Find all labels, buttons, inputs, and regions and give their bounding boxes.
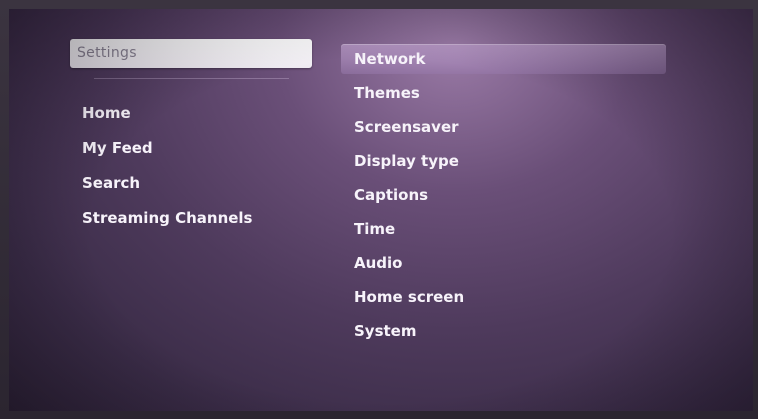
settings-header-label: Settings xyxy=(77,45,137,61)
settings-item-display-type[interactable]: Display type xyxy=(341,146,464,180)
settings-item-audio[interactable]: Audio xyxy=(341,248,464,282)
settings-header[interactable]: Settings xyxy=(70,39,312,68)
main-menu: Home My Feed Search Streaming Channels xyxy=(82,96,253,236)
settings-item-network[interactable]: Network xyxy=(341,44,667,78)
settings-item-label: Time xyxy=(354,220,396,238)
settings-item-label: System xyxy=(354,322,417,340)
menu-item-streaming-channels[interactable]: Streaming Channels xyxy=(82,201,253,236)
settings-menu: Network Themes Screensaver Display type … xyxy=(341,44,667,350)
settings-divider xyxy=(94,78,289,79)
tv-photo: Settings Home My Feed Search Streaming C… xyxy=(0,0,758,419)
settings-item-label: Network xyxy=(354,50,426,68)
settings-item-label: Themes xyxy=(354,84,420,102)
menu-item-my-feed[interactable]: My Feed xyxy=(82,131,253,166)
settings-item-label: Home screen xyxy=(354,288,465,306)
settings-item-system[interactable]: System xyxy=(341,316,464,350)
settings-item-time[interactable]: Time xyxy=(341,214,464,248)
settings-item-home-screen[interactable]: Home screen xyxy=(341,282,464,316)
settings-item-label: Audio xyxy=(354,254,403,272)
settings-item-captions[interactable]: Captions xyxy=(341,180,464,214)
menu-item-home[interactable]: Home xyxy=(82,96,253,131)
tv-screen: Settings Home My Feed Search Streaming C… xyxy=(9,9,753,411)
settings-item-themes[interactable]: Themes xyxy=(341,78,464,112)
settings-item-label: Display type xyxy=(354,152,459,170)
menu-item-search[interactable]: Search xyxy=(82,166,253,201)
settings-item-label: Screensaver xyxy=(354,118,459,136)
settings-item-label: Captions xyxy=(354,186,429,204)
settings-item-screensaver[interactable]: Screensaver xyxy=(341,112,464,146)
